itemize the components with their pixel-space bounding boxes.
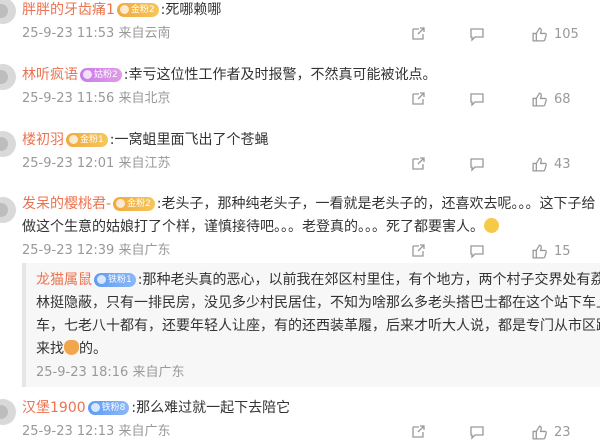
like-button[interactable]: 68	[531, 90, 571, 108]
thumbs-up-icon	[532, 156, 547, 172]
thumbs-up-icon	[532, 26, 547, 42]
avatar[interactable]	[0, 0, 16, 24]
fan-badge: 铁粉8	[87, 401, 130, 415]
share-icon	[412, 27, 425, 40]
comment-text: :死哪赖哪	[160, 2, 222, 18]
comment-meta: 25-9-23 12:39 来自广东	[22, 243, 171, 258]
reply-text: :那种老头真的恶心，以前我在郊区村里住，有个地方，两个村子交界处有荔枝	[137, 272, 600, 288]
comment-meta: 25-9-23 11:56 来自北京	[22, 91, 171, 106]
thumbs-up-icon	[532, 91, 547, 107]
like-count: 105	[554, 26, 579, 42]
reply-button[interactable]	[469, 423, 485, 441]
like-button[interactable]: 23	[531, 423, 571, 441]
like-button[interactable]: 15	[531, 242, 571, 260]
avatar[interactable]	[0, 399, 16, 425]
comment-text: :那么难过就一起下去陪它	[131, 400, 291, 416]
like-count: 15	[554, 243, 571, 259]
avatar[interactable]	[0, 64, 16, 90]
reply-meta: 25-9-23 18:16 来自广东	[36, 365, 185, 380]
comment-username[interactable]: 汉堡1900	[22, 400, 86, 416]
crying-emoji-icon	[484, 218, 499, 233]
reply-text: 来找	[36, 341, 64, 357]
like-count: 43	[554, 156, 571, 172]
share-button[interactable]	[410, 242, 426, 260]
fan-badge: 金粉1	[66, 133, 108, 147]
comment-actions: 23	[410, 423, 600, 441]
avatar[interactable]	[0, 197, 16, 223]
reply-text: 的。	[79, 341, 107, 357]
chicken-emoji-icon	[64, 340, 79, 355]
reply-text: 车，七老八十都有，还要年轻人让座，有的还西装革履，后来才听大人说，都是专门从市区…	[36, 318, 600, 334]
share-icon	[412, 92, 425, 105]
comment-text: 做这个生意的姑娘打了个样，谨慎接待吧。。。老登真的。。。死了都要害人。	[22, 219, 484, 235]
comment-icon	[470, 28, 484, 42]
comment-icon	[470, 158, 484, 172]
comment-meta: 25-9-23 11:53 来自云南	[22, 26, 171, 41]
comment-username[interactable]: 胖胖的牙齿痛1	[22, 2, 115, 18]
reply-button[interactable]	[469, 242, 485, 260]
comment-icon	[470, 245, 484, 259]
comment-username[interactable]: 发呆的樱桃君-	[22, 196, 111, 212]
comment-text: :一窝蛆里面飞出了个苍蝇	[109, 132, 269, 148]
like-count: 23	[554, 424, 571, 440]
comment-feed: 胖胖的牙齿痛1 金粉2:死哪赖哪 25-9-23 11:53 来自云南 105 林…	[0, 0, 600, 443]
comment-text: :幸亏这位性工作者及时报警，不然真可能被讹点。	[123, 67, 437, 83]
comment-meta: 25-9-23 12:01 来自江苏	[22, 156, 171, 171]
comment-actions: 43	[410, 155, 600, 173]
reply-thread: 龙猫属鼠 铁粉1:那种老头真的恶心，以前我在郊区村里住，有个地方，两个村子交界处有…	[22, 263, 600, 387]
thumbs-up-icon	[532, 243, 547, 259]
like-button[interactable]: 105	[531, 25, 579, 43]
thumbs-up-icon	[532, 424, 547, 440]
comment-username[interactable]: 林听疯语	[22, 67, 78, 83]
fan-badge: 金粉2	[113, 197, 155, 211]
share-button[interactable]	[410, 25, 426, 43]
reply-username[interactable]: 龙猫属鼠	[36, 272, 92, 288]
like-button[interactable]: 43	[531, 155, 571, 173]
share-icon	[412, 425, 425, 438]
comment-meta: 25-9-23 12:13 来自广东	[22, 424, 171, 439]
reply-text: 林挺隐蔽，只有一排民房，没见多少村民居住，不知为啥那么多老头搭巴士都在这个站下车…	[36, 295, 600, 311]
fan-badge: 金粉2	[116, 3, 159, 17]
comment-actions: 68	[410, 90, 600, 108]
share-button[interactable]	[410, 155, 426, 173]
reply-indent-bar	[22, 263, 26, 387]
fan-badge: 铁粉1	[94, 273, 136, 287]
reply-button[interactable]	[469, 155, 485, 173]
reply-button[interactable]	[469, 90, 485, 108]
comment-text: :老头子，那种纯老头子，一看就是老头子的，还喜欢去呢。。。这下子给	[156, 196, 596, 212]
comment-actions: 15	[410, 242, 600, 260]
share-icon	[412, 244, 425, 257]
avatar[interactable]	[0, 131, 16, 157]
comment-icon	[470, 426, 484, 440]
reply-button[interactable]	[469, 25, 485, 43]
share-icon	[412, 157, 425, 170]
comment-actions: 105	[410, 25, 600, 43]
share-button[interactable]	[410, 423, 426, 441]
share-button[interactable]	[410, 90, 426, 108]
fan-badge: 姑粉2	[80, 68, 122, 82]
comment-username[interactable]: 楼初羽	[22, 132, 64, 148]
like-count: 68	[554, 91, 571, 107]
comment-icon	[470, 93, 484, 107]
